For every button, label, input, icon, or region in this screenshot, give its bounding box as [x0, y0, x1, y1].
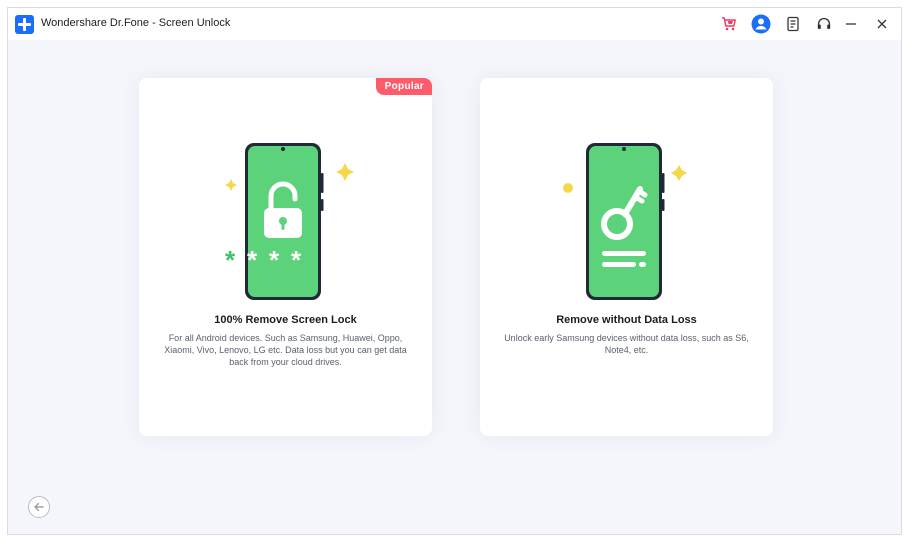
card-title: Remove without Data Loss: [556, 314, 697, 326]
remove-screen-lock-card[interactable]: Popular * * * * * 100% Remove Screen Loc…: [139, 78, 432, 436]
popular-badge: Popular: [375, 78, 432, 95]
svg-text:*: *: [225, 245, 236, 275]
cart-icon[interactable]: [719, 14, 739, 34]
app-window: Wondershare Dr.Fone - Screen Unlock Popu…: [7, 7, 902, 535]
app-logo-icon: [15, 15, 34, 34]
back-arrow-icon: [34, 502, 44, 512]
app-title: Wondershare Dr.Fone - Screen Unlock: [41, 17, 231, 29]
card-description: For all Android devices. Such as Samsung…: [164, 333, 407, 367]
phone-unlock-icon: * * * * *: [224, 143, 354, 300]
back-button[interactable]: [28, 496, 50, 518]
svg-text:*: *: [291, 245, 302, 275]
card-description: Unlock early Samsung devices without dat…: [504, 333, 749, 355]
user-avatar-icon[interactable]: [751, 14, 771, 34]
svg-text:*: *: [247, 245, 258, 275]
title-bar: Wondershare Dr.Fone - Screen Unlock: [8, 8, 901, 40]
support-headset-icon[interactable]: [814, 14, 834, 34]
close-icon[interactable]: [872, 14, 892, 34]
card-title: 100% Remove Screen Lock: [214, 314, 357, 326]
feedback-icon[interactable]: [783, 14, 803, 34]
phone-key-icon: [563, 143, 687, 300]
remove-without-data-loss-card[interactable]: Remove without Data Loss Unlock early Sa…: [480, 78, 773, 436]
svg-text:*: *: [269, 245, 280, 275]
minimize-icon[interactable]: [841, 14, 861, 34]
